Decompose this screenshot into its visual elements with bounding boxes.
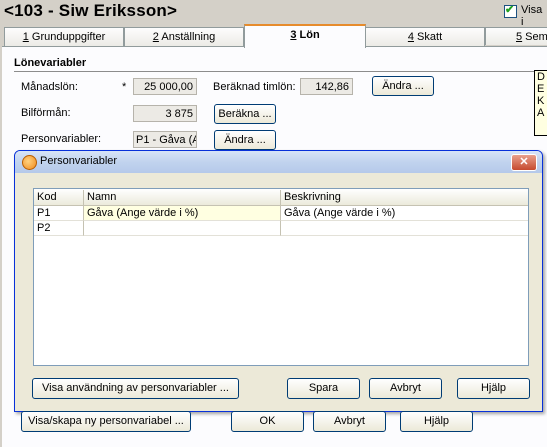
visa-checkbox-label: Visa i: [521, 4, 543, 28]
personvariabler-label: Personvariabler:: [21, 133, 102, 145]
app-icon: [22, 155, 37, 170]
section-divider: [14, 71, 540, 72]
cell-namn-editing[interactable]: Gåva (Ange värde i %): [84, 206, 281, 221]
cell-kod[interactable]: P2: [34, 221, 84, 236]
table-row[interactable]: P1 Gåva (Ange värde i %) Gåva (Ange värd…: [34, 206, 528, 221]
tab-grunduppgifter[interactable]: 1 Grunduppgifter: [4, 27, 124, 46]
table-row[interactable]: P2: [34, 221, 528, 236]
note-line: D: [537, 71, 545, 83]
personvariabler-field: P1 - Gåva (A: [133, 131, 197, 148]
dialog-title-bar[interactable]: Personvariabler ✕: [15, 151, 542, 173]
cell-beskrivning[interactable]: Gåva (Ange värde i %): [281, 206, 528, 221]
bilformon-label: Bilförmån:: [21, 107, 71, 119]
dialog-title: Personvariabler: [40, 155, 118, 167]
andra-manadslon-button[interactable]: Ändra ...: [372, 76, 434, 96]
employee-title: <103 - Siw Eriksson>: [4, 1, 178, 20]
tab-lon[interactable]: 3 Lön: [244, 24, 366, 48]
grid-header: Kod Namn Beskrivning: [34, 189, 528, 206]
hjalp-button[interactable]: Hjälp: [400, 411, 473, 432]
tab-sem[interactable]: 5 Sem: [485, 27, 547, 45]
note-line: K: [537, 95, 545, 107]
bilformon-field: 3 875: [133, 105, 197, 122]
cell-kod[interactable]: P1: [34, 206, 84, 221]
andra-personvariabler-button[interactable]: Ändra ...: [214, 130, 276, 150]
personvariabler-dialog: Personvariabler ✕ Kod Namn Beskrivning P…: [14, 150, 543, 412]
tab-skatt[interactable]: 4 Skatt: [365, 27, 485, 46]
column-header-beskrivning[interactable]: Beskrivning: [281, 190, 528, 205]
avbryt-button[interactable]: Avbryt: [313, 411, 386, 432]
cell-beskrivning[interactable]: [281, 221, 528, 236]
tab-label: Skatt: [414, 31, 443, 43]
ok-button[interactable]: OK: [231, 411, 304, 432]
section-title: Lönevariabler: [14, 57, 87, 69]
timlon-label: Beräknad timlön:: [213, 81, 296, 93]
berakna-button[interactable]: Beräkna ...: [214, 104, 276, 124]
manadslon-field: 25 000,00: [133, 78, 197, 95]
spara-button[interactable]: Spara: [287, 378, 360, 399]
tab-label: Anställning: [158, 31, 216, 43]
info-note: D E K A: [534, 70, 547, 136]
tab-anstallning[interactable]: 2 Anställning: [124, 27, 244, 46]
required-marker: *: [122, 81, 127, 93]
cell-namn[interactable]: [84, 221, 281, 236]
personvariabler-grid: Kod Namn Beskrivning P1 Gåva (Ange värde…: [33, 188, 529, 366]
avbryt-dialog-button[interactable]: Avbryt: [369, 378, 442, 399]
column-header-namn[interactable]: Namn: [84, 190, 281, 205]
visa-anvandning-button[interactable]: Visa användning av personvariabler ...: [32, 378, 239, 399]
tab-label: Grunduppgifter: [28, 31, 106, 43]
tab-label: Lön: [296, 29, 320, 41]
hjalp-dialog-button[interactable]: Hjälp: [457, 378, 530, 399]
manadslon-label: Månadslön:: [21, 81, 78, 93]
timlon-field: 142,86: [300, 78, 353, 95]
close-icon[interactable]: ✕: [511, 154, 537, 171]
checkmark-icon: ✔: [505, 4, 515, 16]
column-header-kod[interactable]: Kod: [34, 190, 84, 205]
note-line: E: [537, 83, 545, 95]
visa-skapa-button[interactable]: Visa/skapa ny personvariabel ...: [21, 411, 191, 432]
tab-label: Sem: [522, 31, 547, 43]
note-line: A: [537, 107, 545, 119]
